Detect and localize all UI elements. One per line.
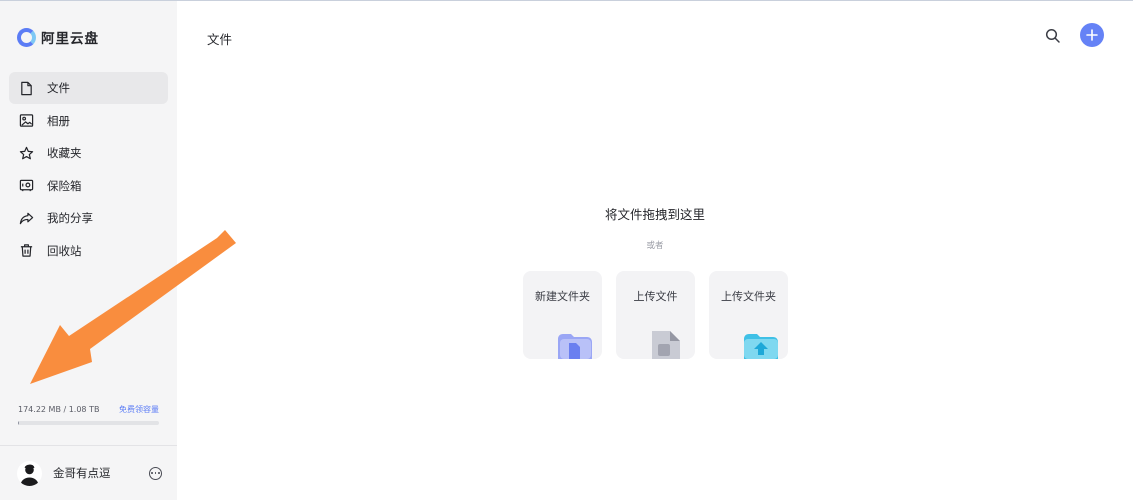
card-label: 上传文件夹: [721, 290, 776, 303]
upload-folder-icon: [744, 334, 778, 359]
sidebar-item-photos[interactable]: 相册: [9, 105, 168, 137]
user-profile[interactable]: 金哥有点逗: [17, 459, 162, 487]
upload-file-icon: [652, 331, 680, 359]
get-free-storage-link[interactable]: 免费领容量: [119, 404, 159, 415]
logo-icon: [17, 27, 36, 47]
app-logo[interactable]: 阿里云盘: [17, 27, 99, 47]
sidebar-divider: [0, 445, 177, 446]
sidebar-item-files[interactable]: 文件: [9, 72, 168, 104]
sidebar-item-label: 我的分享: [47, 211, 93, 225]
app-name: 阿里云盘: [41, 31, 99, 47]
upload-file-button[interactable]: 上传文件: [616, 271, 695, 359]
sidebar-item-label: 保险箱: [47, 178, 82, 193]
sidebar-item-label: 文件: [47, 81, 70, 95]
more-options-icon[interactable]: [149, 466, 162, 480]
file-icon: [21, 81, 32, 95]
upload-folder-button[interactable]: 上传文件夹: [709, 271, 788, 359]
sidebar-item-label: 收藏夹: [47, 146, 82, 160]
sidebar-item-favorites[interactable]: 收藏夹: [9, 137, 168, 169]
avatar-image: [17, 460, 42, 486]
storage-usage: 174.22 MB / 1.08 TB 免费领容量: [18, 403, 159, 425]
arrow-shape: [30, 230, 236, 384]
avatar[interactable]: [17, 460, 42, 486]
dropzone-title: 将文件拖拽到这里: [604, 207, 705, 222]
card-label: 新建文件夹: [535, 290, 590, 303]
annotation-arrow: [30, 230, 236, 384]
star-icon: [19, 146, 34, 159]
photo-icon: [19, 114, 34, 127]
storage-progress-fill: [18, 421, 19, 425]
storage-used-text: 174.22 MB / 1.08 TB: [18, 404, 100, 414]
share-icon: [19, 212, 34, 224]
user-name: 金哥有点逗: [53, 466, 111, 480]
plus-icon: [1086, 29, 1098, 41]
new-folder-icon: [558, 334, 592, 359]
dropzone-or-text: 或者: [646, 241, 664, 251]
add-button[interactable]: [1080, 23, 1104, 47]
storage-progress-bar: [18, 421, 159, 425]
sidebar-item-safe[interactable]: 保险箱: [9, 170, 168, 202]
new-folder-button[interactable]: 新建文件夹: [523, 271, 602, 359]
sidebar-item-label: 相册: [47, 113, 70, 128]
card-label: 上传文件: [633, 290, 678, 303]
page-title: 文件: [207, 32, 233, 47]
dropzone-actions: 新建文件夹 上传文件 上传文件夹: [523, 271, 788, 359]
search-icon[interactable]: [1044, 27, 1062, 45]
safe-icon: [19, 179, 34, 192]
